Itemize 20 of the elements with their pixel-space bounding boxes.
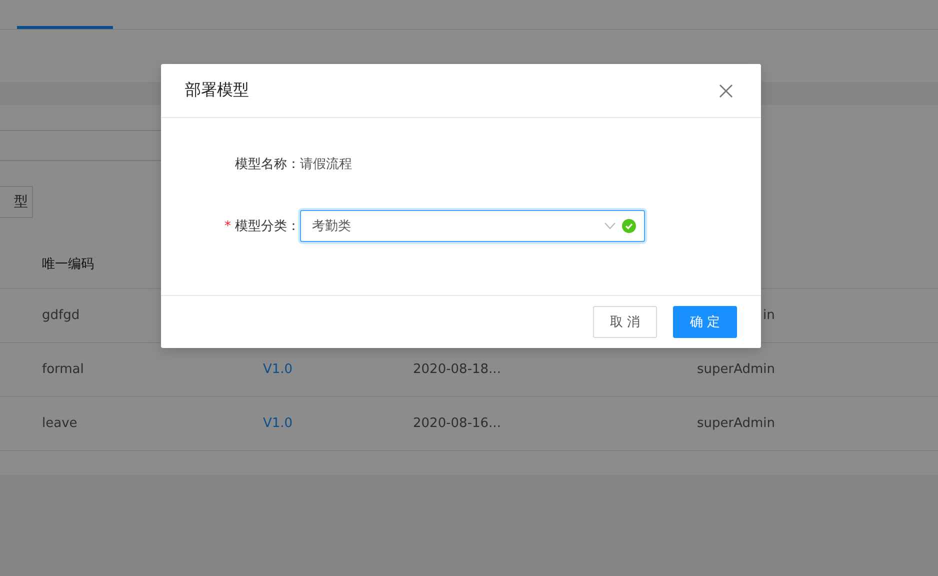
table-cell: 2020-08-18... (413, 362, 501, 377)
category-select[interactable]: 考勤类 (300, 210, 645, 242)
table-cell: superAdmin (697, 362, 776, 377)
table-cell: superAdmin (697, 416, 776, 431)
field-value: 请假流程 (300, 156, 352, 173)
column-header: 唯一编码 (41, 256, 94, 272)
table-cell: 2020-08-16... (413, 416, 501, 431)
cancel-button[interactable]: 取 消 (593, 306, 657, 338)
field-label: 模型名称： (234, 156, 300, 173)
table-cell-text: leave (41, 416, 78, 431)
table-cell-text: formal (41, 362, 84, 377)
chevron-down-icon (604, 222, 616, 230)
table-cell-text: gdfgd (41, 308, 80, 323)
table-cell: in (763, 308, 775, 323)
required-marker: * (224, 219, 231, 234)
close-icon[interactable] (719, 84, 733, 98)
field-label: * 模型分类： (224, 218, 300, 235)
button[interactable]: 型 (0, 186, 33, 218)
dialog-title: 部署模型 (185, 80, 249, 101)
confirm-button[interactable]: 确 定 (673, 306, 737, 338)
